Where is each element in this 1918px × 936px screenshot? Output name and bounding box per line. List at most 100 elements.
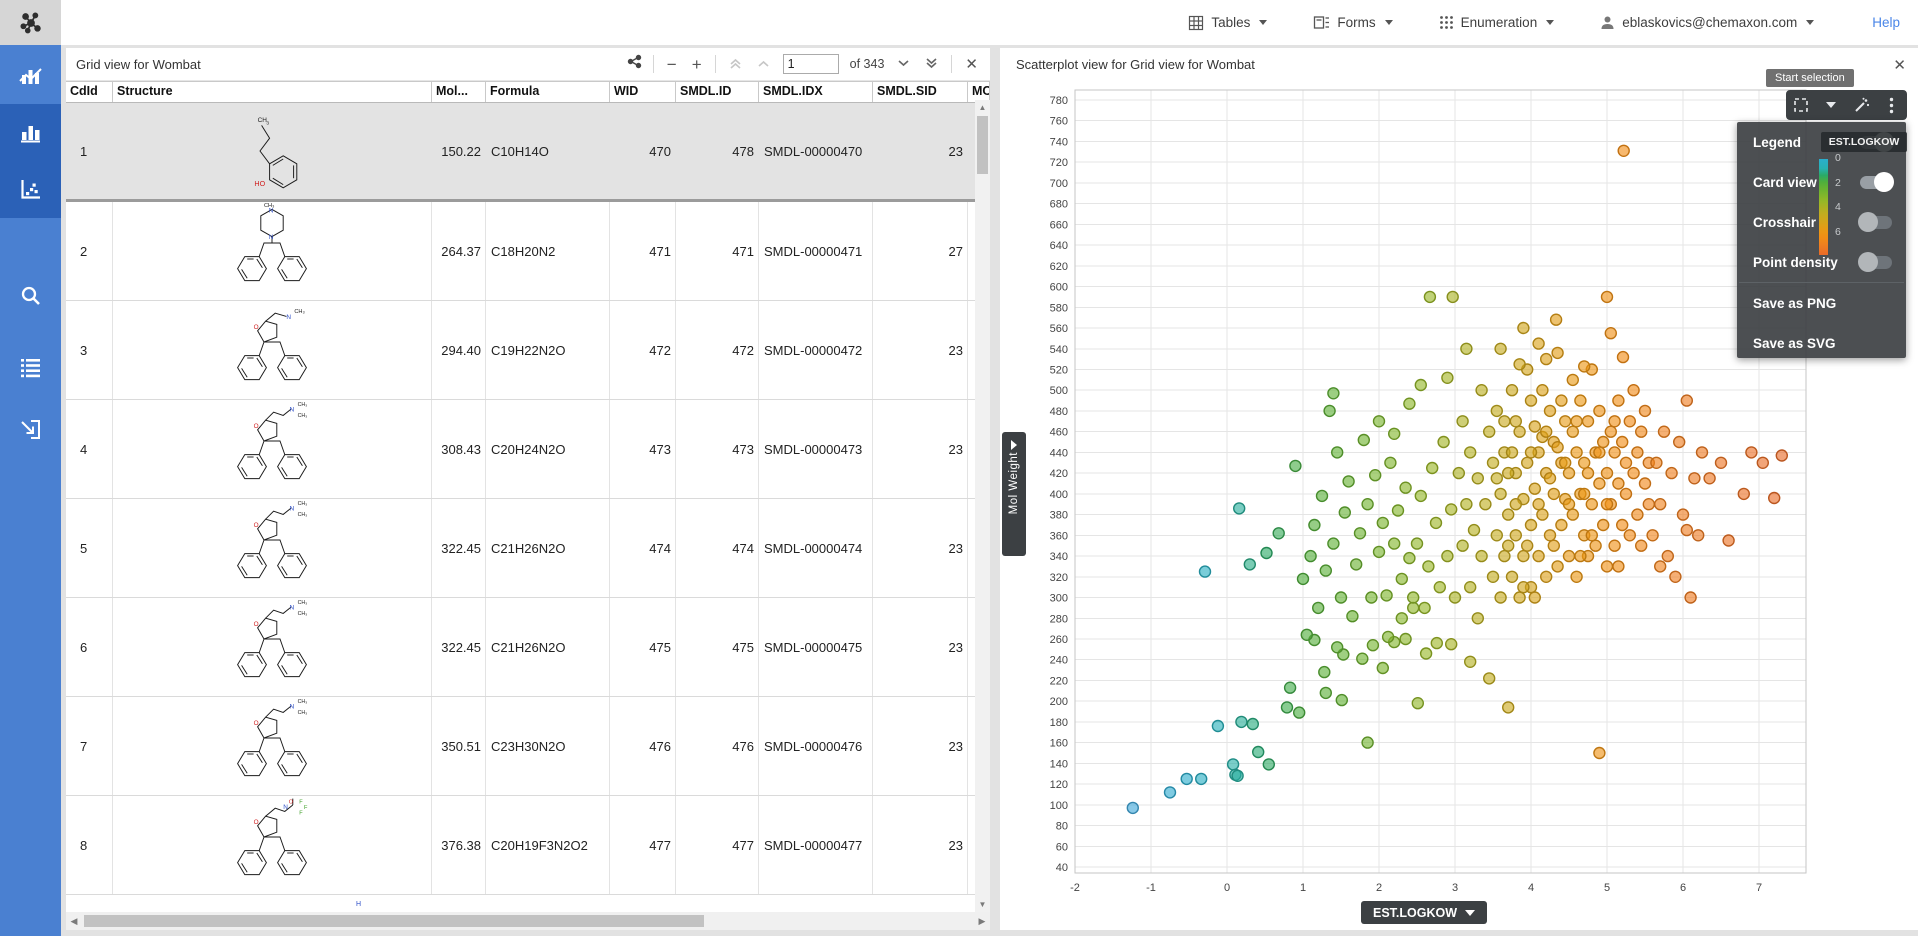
- scatter-point[interactable]: [1602, 561, 1613, 572]
- scatter-point[interactable]: [1446, 639, 1457, 650]
- scatter-point[interactable]: [1484, 426, 1495, 437]
- horizontal-scrollbar[interactable]: ◀ ▶: [66, 912, 990, 930]
- scatter-point[interactable]: [1571, 416, 1582, 427]
- toggle-card-view[interactable]: [1860, 176, 1892, 189]
- scatter-point[interactable]: [1377, 663, 1388, 674]
- sidebar-item-export[interactable]: [0, 401, 61, 458]
- table-row[interactable]: 5ONCH₃CH₃322.45C21H26N2O474474SMDL-00000…: [66, 499, 990, 598]
- scatter-point[interactable]: [1643, 499, 1654, 510]
- tables-menu[interactable]: Tables: [1188, 15, 1267, 31]
- scatter-point[interactable]: [1552, 561, 1563, 572]
- scatter-point[interactable]: [1697, 447, 1708, 458]
- scatter-point[interactable]: [1495, 592, 1506, 603]
- scatter-point[interactable]: [1564, 499, 1575, 510]
- scatter-point[interactable]: [1618, 145, 1629, 156]
- scatter-point[interactable]: [1598, 437, 1609, 448]
- scatter-point[interactable]: [1522, 540, 1533, 551]
- menu-item-save-as-svg[interactable]: Save as SVG: [1737, 323, 1906, 363]
- enumeration-menu[interactable]: Enumeration: [1439, 15, 1555, 30]
- scatter-point[interactable]: [1605, 426, 1616, 437]
- scatter-point[interactable]: [1518, 582, 1529, 593]
- scatter-point[interactable]: [1431, 517, 1442, 528]
- scatter-point[interactable]: [1670, 571, 1681, 582]
- column-header-mo[interactable]: MO: [968, 82, 990, 102]
- scatter-point[interactable]: [1355, 528, 1366, 539]
- scatter-point[interactable]: [1526, 520, 1537, 531]
- scatter-point[interactable]: [1533, 338, 1544, 349]
- scatter-point[interactable]: [1377, 517, 1388, 528]
- sidebar-item-combo-chart[interactable]: [0, 47, 61, 104]
- scatter-point[interactable]: [1640, 478, 1651, 489]
- scatter-point[interactable]: [1609, 416, 1620, 427]
- scroll-left-arrow-icon[interactable]: ◀: [66, 916, 82, 927]
- column-header-smdl-idx[interactable]: SMDL.IDX: [759, 82, 873, 102]
- vertical-scrollbar-thumb[interactable]: [977, 116, 988, 174]
- scatter-point[interactable]: [1499, 551, 1510, 562]
- scatter-point[interactable]: [1693, 530, 1704, 541]
- scatter-point[interactable]: [1442, 372, 1453, 383]
- scatter-point[interactable]: [1586, 530, 1597, 541]
- help-link[interactable]: Help: [1872, 15, 1900, 30]
- scatter-point[interactable]: [1412, 538, 1423, 549]
- scatter-point[interactable]: [1624, 416, 1635, 427]
- scatter-point[interactable]: [1575, 551, 1586, 562]
- column-header-structure[interactable]: Structure: [113, 82, 432, 102]
- scatter-point[interactable]: [1362, 737, 1373, 748]
- column-header-wid[interactable]: WID: [610, 82, 676, 102]
- scatter-point[interactable]: [1232, 770, 1243, 781]
- scatter-point[interactable]: [1503, 540, 1514, 551]
- scatter-point[interactable]: [1228, 759, 1239, 770]
- scatter-point[interactable]: [1465, 656, 1476, 667]
- scatter-point[interactable]: [1545, 405, 1556, 416]
- scatter-point[interactable]: [1434, 582, 1445, 593]
- scatter-point[interactable]: [1396, 613, 1407, 624]
- scatter-point[interactable]: [1590, 540, 1601, 551]
- scatter-point[interactable]: [1518, 551, 1529, 562]
- scatter-point[interactable]: [1347, 611, 1358, 622]
- scatter-point[interactable]: [1579, 361, 1590, 372]
- horizontal-scrollbar-thumb[interactable]: [84, 915, 704, 927]
- scatter-point[interactable]: [1491, 405, 1502, 416]
- scatter-point[interactable]: [1548, 488, 1559, 499]
- share-icon[interactable]: [627, 54, 642, 74]
- scatter-point[interactable]: [1621, 457, 1632, 468]
- scatter-point[interactable]: [1127, 802, 1138, 813]
- scatter-point[interactable]: [1541, 426, 1552, 437]
- scatter-point[interactable]: [1689, 473, 1700, 484]
- scatter-point[interactable]: [1556, 520, 1567, 531]
- scatter-point[interactable]: [1624, 530, 1635, 541]
- scatter-point[interactable]: [1617, 520, 1628, 531]
- scatter-point[interactable]: [1514, 359, 1525, 370]
- grid-panel-close-icon[interactable]: ✕: [963, 55, 980, 73]
- scatter-point[interactable]: [1236, 716, 1247, 727]
- scatter-point[interactable]: [1285, 682, 1296, 693]
- scatter-point[interactable]: [1423, 561, 1434, 572]
- sidebar-item-list[interactable]: [0, 339, 61, 396]
- scatter-point[interactable]: [1320, 687, 1331, 698]
- scatter-point[interactable]: [1328, 538, 1339, 549]
- table-row[interactable]: 8ONOFFF376.38C20H19F3N2O2477477SMDL-0000…: [66, 796, 990, 895]
- scatter-point[interactable]: [1674, 437, 1685, 448]
- scatter-point[interactable]: [1514, 426, 1525, 437]
- scatter-point[interactable]: [1319, 667, 1330, 678]
- scatter-point[interactable]: [1613, 395, 1624, 406]
- scatter-point[interactable]: [1738, 488, 1749, 499]
- scatter-point[interactable]: [1480, 499, 1491, 510]
- scatter-point[interactable]: [1461, 499, 1472, 510]
- scatter-point[interactable]: [1579, 457, 1590, 468]
- scatter-point[interactable]: [1613, 478, 1624, 489]
- scatter-point[interactable]: [1746, 447, 1757, 458]
- scatter-point[interactable]: [1529, 483, 1540, 494]
- scatter-point[interactable]: [1594, 748, 1605, 759]
- scatter-point[interactable]: [1681, 525, 1692, 536]
- scatter-point[interactable]: [1465, 582, 1476, 593]
- scatter-point[interactable]: [1469, 525, 1480, 536]
- scatter-point[interactable]: [1400, 634, 1411, 645]
- scatter-point[interactable]: [1510, 530, 1521, 541]
- scatter-point[interactable]: [1552, 347, 1563, 358]
- scatter-point[interactable]: [1769, 493, 1780, 504]
- scatter-point[interactable]: [1404, 398, 1415, 409]
- scatter-point[interactable]: [1609, 447, 1620, 458]
- scatter-point[interactable]: [1602, 468, 1613, 479]
- table-row[interactable]: 6ONCH₃CH₃322.45C21H26N2O475475SMDL-00000…: [66, 598, 990, 697]
